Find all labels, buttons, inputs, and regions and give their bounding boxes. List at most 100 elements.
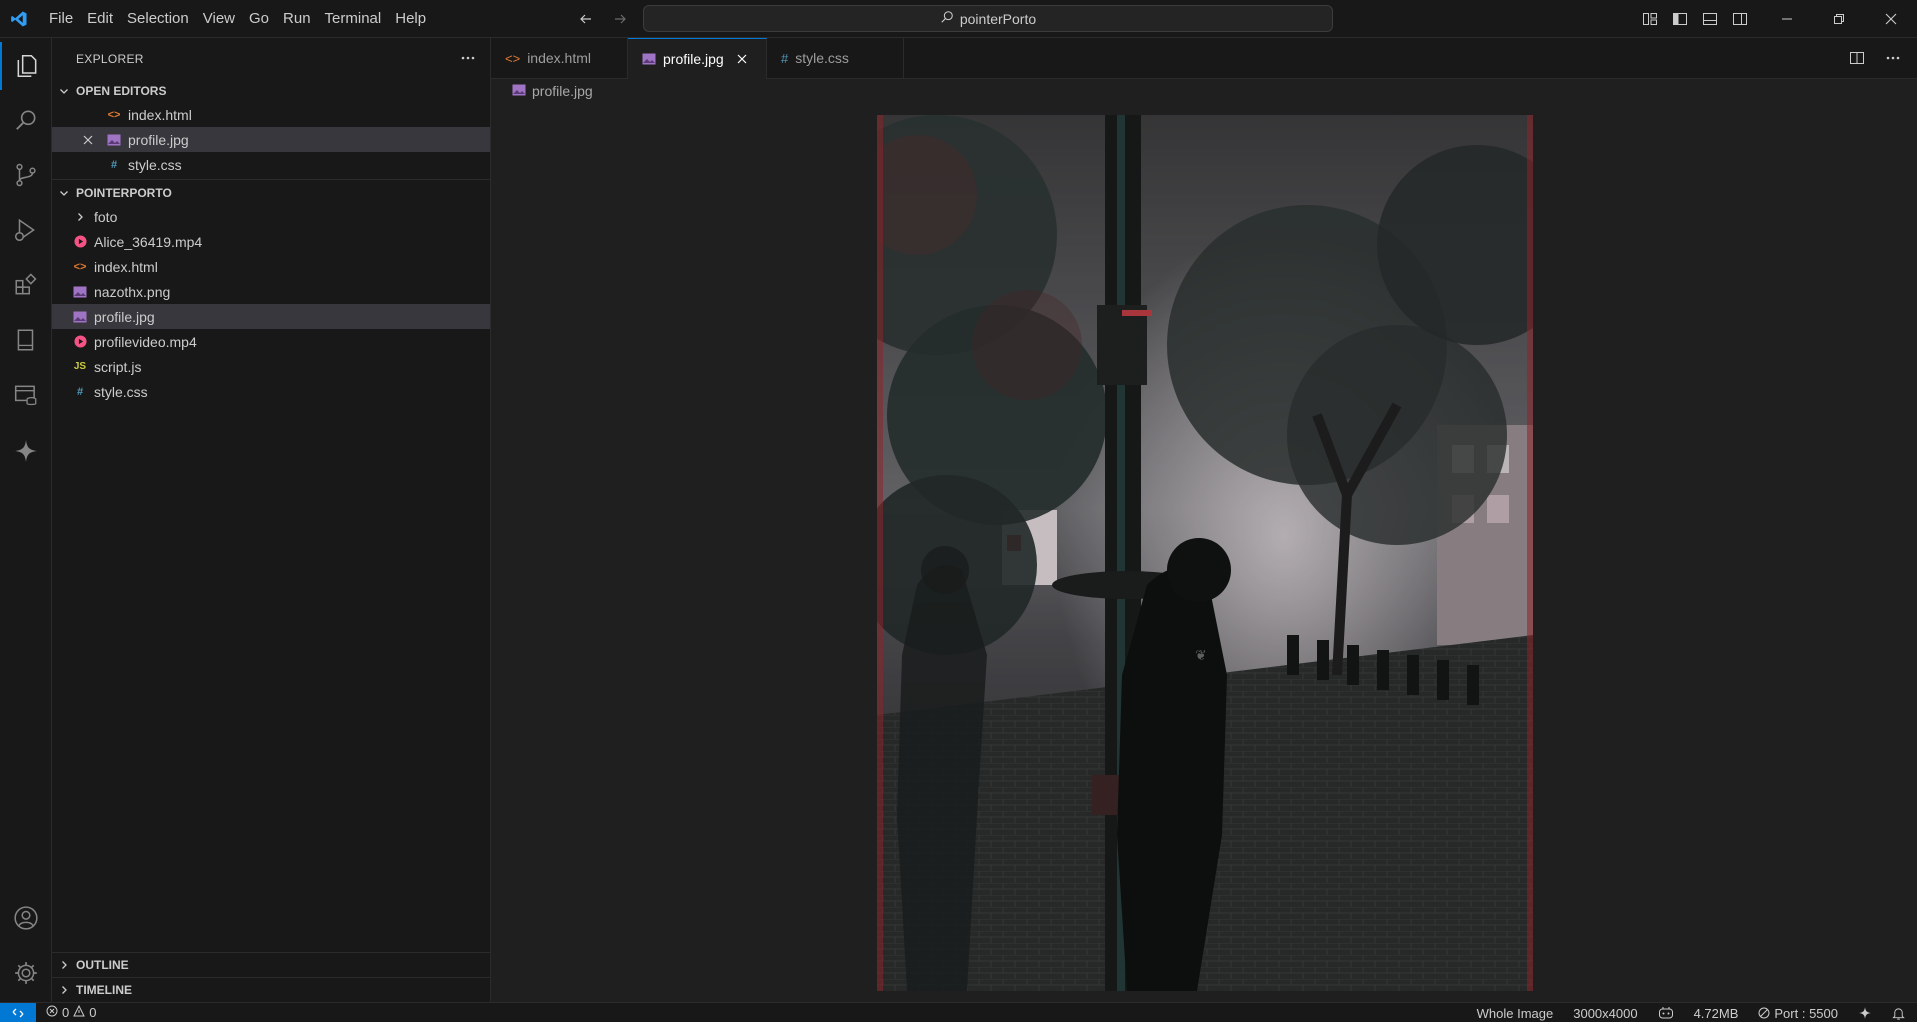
outline-title: OUTLINE [76,958,129,972]
customize-layout-icon[interactable] [1640,9,1660,29]
profile-photo-preview[interactable]: ❦ [877,115,1533,991]
chevron-right-icon [56,957,72,973]
tab-index-html[interactable]: <> index.html [491,38,628,78]
back-arrow-icon[interactable] [576,9,596,29]
navigation-arrows [576,9,630,29]
tree-item-file[interactable]: Alice_36419.mp4 [52,229,490,254]
image-preview-editor: ❦ [491,102,1917,1002]
open-editor-item[interactable]: <> index.html [52,102,490,127]
html-file-icon: <> [73,260,87,273]
command-center-search[interactable]: pointerPorto [643,5,1333,32]
tab-profile-jpg[interactable]: profile.jpg [628,38,767,79]
outline-header[interactable]: OUTLINE [52,952,490,977]
open-editor-label: index.html [128,106,192,123]
editor-actions [1847,48,1903,68]
toggle-secondary-sidebar-icon[interactable] [1730,9,1750,29]
open-editors-header[interactable]: OPEN EDITORS [52,80,490,102]
tree-item-label: nazothx.png [94,283,171,300]
css-file-icon: # [110,158,118,171]
timeline-header[interactable]: TIMELINE [52,977,490,1002]
open-editor-label: profile.jpg [128,131,189,148]
status-bar-right: Whole Image 3000x4000 4.72MB Port : 5500 [1477,1003,1905,1022]
image-file-icon [72,309,88,325]
tree-item-file[interactable]: nazothx.png [52,279,490,304]
open-editor-item[interactable]: # style.css [52,152,490,177]
tab-label: index.html [527,50,591,66]
menu-terminal[interactable]: Terminal [318,0,389,38]
html-file-icon: <> [505,50,521,66]
css-file-icon: # [781,50,789,66]
remote-indicator-icon[interactable] [0,1002,36,1022]
vscode-logo-icon [2,0,36,38]
notifications-bell-icon[interactable] [1892,1007,1905,1020]
menu-edit[interactable]: Edit [80,0,120,38]
open-editor-item-selected[interactable]: profile.jpg [52,127,490,152]
open-editors-title: OPEN EDITORS [76,84,167,98]
toggle-primary-sidebar-icon[interactable] [1670,9,1690,29]
image-file-icon [642,53,656,65]
live-server-port[interactable]: Port : 5500 [1758,1006,1838,1021]
extensions-icon[interactable] [0,261,52,309]
search-view-icon[interactable] [0,96,52,144]
close-editor-icon[interactable] [80,132,96,148]
tree-item-file[interactable]: <> index.html [52,254,490,279]
photo-illustration: ❦ [877,115,1533,991]
minimize-icon[interactable] [1761,0,1813,38]
menu-help[interactable]: Help [388,0,433,38]
tree-item-label: foto [94,208,118,225]
search-icon [940,10,954,27]
explorer-icon[interactable] [0,42,52,90]
sparkle-icon[interactable] [1858,1006,1872,1020]
tree-item-file[interactable]: profilevideo.mp4 [52,329,490,354]
database-icon[interactable] [0,371,52,419]
chevron-right-icon [72,209,88,225]
image-file-icon [512,83,526,99]
more-actions-icon[interactable] [1883,48,1903,68]
js-file-icon: JS [73,361,87,372]
split-editor-icon[interactable] [1847,48,1867,68]
zoom-mode[interactable]: Whole Image [1477,1006,1554,1021]
image-dimensions: 3000x4000 [1573,1005,1638,1021]
menu-file[interactable]: File [42,0,80,38]
file-size: 4.72MB [1693,1005,1739,1021]
settings-gear-icon[interactable] [0,949,52,997]
toggle-panel-icon[interactable] [1700,9,1720,29]
status-bar: 0 0 Whole Image 3000x4000 4.72MB Port : … [0,1002,1917,1022]
port-label: Port : 5500 [1774,1005,1838,1021]
problems-indicator[interactable]: 0 0 [46,1004,97,1020]
tree-item-folder[interactable]: foto [52,204,490,229]
project-folder-title: POINTERPORTO [76,186,172,200]
warning-icon [73,1004,86,1020]
tab-style-css[interactable]: # style.css [767,38,904,78]
explorer-header: EXPLORER [52,38,490,80]
sidebar-bottom-sections: OUTLINE TIMELINE [52,952,490,1002]
run-debug-icon[interactable] [0,206,52,254]
restore-icon[interactable] [1813,0,1865,38]
chevron-down-icon [56,83,72,99]
project-folder-header[interactable]: POINTERPORTO [52,182,490,204]
tree-item-file-selected[interactable]: profile.jpg [52,304,490,329]
tree-item-label: script.js [94,358,142,375]
tree-item-file[interactable]: JS script.js [52,354,490,379]
warning-count: 0 [89,1005,97,1020]
tree-item-file[interactable]: # style.css [52,379,490,404]
source-control-icon[interactable] [0,151,52,199]
more-actions-icon[interactable] [460,50,476,69]
forward-arrow-icon[interactable] [610,9,630,29]
copilot-sparkle-icon[interactable] [0,427,52,475]
copilot-icon[interactable] [1658,1006,1674,1020]
breadcrumb[interactable]: profile.jpg [512,80,593,102]
tab-label: profile.jpg [663,51,724,67]
tree-item-label: Alice_36419.mp4 [94,233,203,250]
menu-view[interactable]: View [196,0,242,38]
accounts-icon[interactable] [0,894,52,942]
title-bar: File Edit Selection View Go Run Terminal… [0,0,1917,38]
image-file-icon [106,132,122,148]
menu-go[interactable]: Go [242,0,276,38]
menu-run[interactable]: Run [276,0,318,38]
error-count: 0 [62,1005,70,1020]
close-tab-icon[interactable] [734,51,750,67]
remote-explorer-icon[interactable] [0,316,52,364]
menu-selection[interactable]: Selection [120,0,196,38]
close-window-icon[interactable] [1865,0,1917,38]
